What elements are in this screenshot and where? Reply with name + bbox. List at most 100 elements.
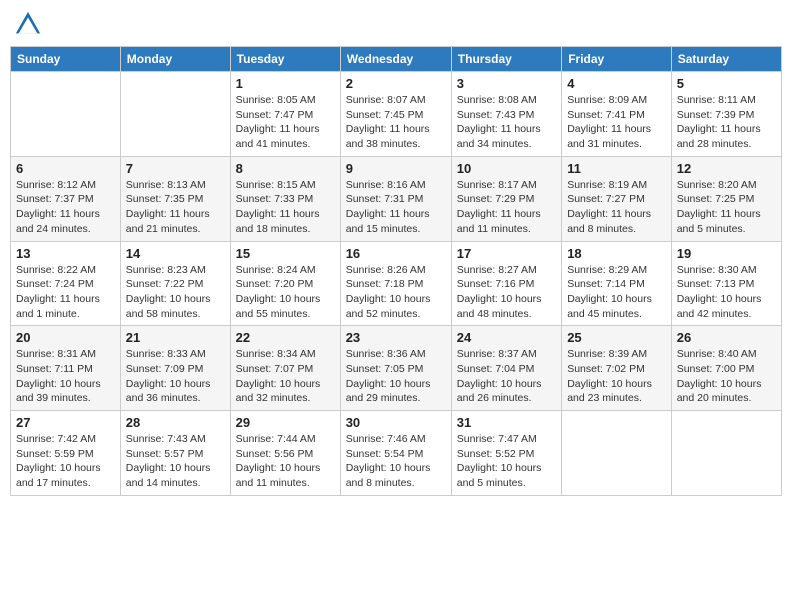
- calendar-cell: 27 Sunrise: 7:42 AMSunset: 5:59 PMDayligh…: [11, 411, 121, 496]
- calendar-cell: 15 Sunrise: 8:24 AMSunset: 7:20 PMDayligh…: [230, 241, 340, 326]
- calendar-cell: 13 Sunrise: 8:22 AMSunset: 7:24 PMDayligh…: [11, 241, 121, 326]
- day-info: Sunrise: 8:24 AMSunset: 7:20 PMDaylight:…: [236, 263, 335, 322]
- calendar-cell: 6 Sunrise: 8:12 AMSunset: 7:37 PMDaylight…: [11, 156, 121, 241]
- day-header-saturday: Saturday: [671, 47, 781, 72]
- day-info: Sunrise: 7:47 AMSunset: 5:52 PMDaylight:…: [457, 432, 556, 491]
- day-header-sunday: Sunday: [11, 47, 121, 72]
- day-info: Sunrise: 8:07 AMSunset: 7:45 PMDaylight:…: [346, 93, 446, 152]
- day-number: 25: [567, 330, 666, 345]
- day-info: Sunrise: 8:27 AMSunset: 7:16 PMDaylight:…: [457, 263, 556, 322]
- calendar-cell: 4 Sunrise: 8:09 AMSunset: 7:41 PMDaylight…: [562, 72, 672, 157]
- day-number: 21: [126, 330, 225, 345]
- day-info: Sunrise: 8:11 AMSunset: 7:39 PMDaylight:…: [677, 93, 776, 152]
- calendar-week-row: 20 Sunrise: 8:31 AMSunset: 7:11 PMDayligh…: [11, 326, 782, 411]
- day-header-thursday: Thursday: [451, 47, 561, 72]
- day-number: 29: [236, 415, 335, 430]
- calendar-cell: 20 Sunrise: 8:31 AMSunset: 7:11 PMDayligh…: [11, 326, 121, 411]
- calendar-cell: 23Sunrise: 8:36 AMSunset: 7:05 PMDayligh…: [340, 326, 451, 411]
- day-info: Sunrise: 8:39 AMSunset: 7:02 PMDaylight:…: [567, 347, 666, 406]
- calendar-cell: 2 Sunrise: 8:07 AMSunset: 7:45 PMDaylight…: [340, 72, 451, 157]
- day-number: 30: [346, 415, 446, 430]
- calendar-cell: 19 Sunrise: 8:30 AMSunset: 7:13 PMDayligh…: [671, 241, 781, 326]
- calendar-cell: 11Sunrise: 8:19 AMSunset: 7:27 PMDayligh…: [562, 156, 672, 241]
- day-number: 16: [346, 246, 446, 261]
- calendar-cell: 1 Sunrise: 8:05 AMSunset: 7:47 PMDaylight…: [230, 72, 340, 157]
- page-header: [10, 10, 782, 38]
- day-number: 20: [16, 330, 115, 345]
- calendar-week-row: 1 Sunrise: 8:05 AMSunset: 7:47 PMDaylight…: [11, 72, 782, 157]
- calendar-cell: 12Sunrise: 8:20 AMSunset: 7:25 PMDayligh…: [671, 156, 781, 241]
- logo: [14, 10, 44, 38]
- day-info: Sunrise: 8:08 AMSunset: 7:43 PMDaylight:…: [457, 93, 556, 152]
- calendar-cell: 26Sunrise: 8:40 AMSunset: 7:00 PMDayligh…: [671, 326, 781, 411]
- day-number: 11: [567, 161, 666, 176]
- calendar-cell: [562, 411, 672, 496]
- calendar-week-row: 27 Sunrise: 7:42 AMSunset: 5:59 PMDayligh…: [11, 411, 782, 496]
- calendar-week-row: 13 Sunrise: 8:22 AMSunset: 7:24 PMDayligh…: [11, 241, 782, 326]
- day-number: 10: [457, 161, 556, 176]
- day-info: Sunrise: 8:09 AMSunset: 7:41 PMDaylight:…: [567, 93, 666, 152]
- calendar-cell: 14 Sunrise: 8:23 AMSunset: 7:22 PMDayligh…: [120, 241, 230, 326]
- day-info: Sunrise: 7:46 AMSunset: 5:54 PMDaylight:…: [346, 432, 446, 491]
- calendar-cell: 24Sunrise: 8:37 AMSunset: 7:04 PMDayligh…: [451, 326, 561, 411]
- calendar-cell: 17 Sunrise: 8:27 AMSunset: 7:16 PMDayligh…: [451, 241, 561, 326]
- day-info: Sunrise: 8:34 AMSunset: 7:07 PMDaylight:…: [236, 347, 335, 406]
- day-number: 31: [457, 415, 556, 430]
- day-info: Sunrise: 8:13 AMSunset: 7:35 PMDaylight:…: [126, 178, 225, 237]
- calendar-week-row: 6 Sunrise: 8:12 AMSunset: 7:37 PMDaylight…: [11, 156, 782, 241]
- day-number: 27: [16, 415, 115, 430]
- day-number: 24: [457, 330, 556, 345]
- day-number: 22: [236, 330, 335, 345]
- day-info: Sunrise: 8:05 AMSunset: 7:47 PMDaylight:…: [236, 93, 335, 152]
- calendar-table: SundayMondayTuesdayWednesdayThursdayFrid…: [10, 46, 782, 496]
- day-number: 17: [457, 246, 556, 261]
- day-info: Sunrise: 8:16 AMSunset: 7:31 PMDaylight:…: [346, 178, 446, 237]
- day-info: Sunrise: 8:12 AMSunset: 7:37 PMDaylight:…: [16, 178, 115, 237]
- day-header-friday: Friday: [562, 47, 672, 72]
- day-info: Sunrise: 8:31 AMSunset: 7:11 PMDaylight:…: [16, 347, 115, 406]
- day-number: 18: [567, 246, 666, 261]
- calendar-cell: 7 Sunrise: 8:13 AMSunset: 7:35 PMDaylight…: [120, 156, 230, 241]
- day-header-wednesday: Wednesday: [340, 47, 451, 72]
- day-info: Sunrise: 8:22 AMSunset: 7:24 PMDaylight:…: [16, 263, 115, 322]
- day-info: Sunrise: 7:42 AMSunset: 5:59 PMDaylight:…: [16, 432, 115, 491]
- calendar-cell: 5Sunrise: 8:11 AMSunset: 7:39 PMDaylight…: [671, 72, 781, 157]
- calendar-cell: [11, 72, 121, 157]
- day-number: 14: [126, 246, 225, 261]
- calendar-cell: 29 Sunrise: 7:44 AMSunset: 5:56 PMDayligh…: [230, 411, 340, 496]
- calendar-cell: 30 Sunrise: 7:46 AMSunset: 5:54 PMDayligh…: [340, 411, 451, 496]
- calendar-cell: 22 Sunrise: 8:34 AMSunset: 7:07 PMDayligh…: [230, 326, 340, 411]
- calendar-header-row: SundayMondayTuesdayWednesdayThursdayFrid…: [11, 47, 782, 72]
- logo-icon: [14, 10, 42, 38]
- calendar-cell: [671, 411, 781, 496]
- calendar-cell: 16Sunrise: 8:26 AMSunset: 7:18 PMDayligh…: [340, 241, 451, 326]
- day-info: Sunrise: 7:43 AMSunset: 5:57 PMDaylight:…: [126, 432, 225, 491]
- day-number: 6: [16, 161, 115, 176]
- calendar-cell: 28 Sunrise: 7:43 AMSunset: 5:57 PMDayligh…: [120, 411, 230, 496]
- calendar-cell: 3Sunrise: 8:08 AMSunset: 7:43 PMDaylight…: [451, 72, 561, 157]
- day-number: 7: [126, 161, 225, 176]
- day-number: 8: [236, 161, 335, 176]
- day-number: 2: [346, 76, 446, 91]
- day-number: 19: [677, 246, 776, 261]
- day-number: 28: [126, 415, 225, 430]
- calendar-cell: 31 Sunrise: 7:47 AMSunset: 5:52 PMDayligh…: [451, 411, 561, 496]
- day-info: Sunrise: 7:44 AMSunset: 5:56 PMDaylight:…: [236, 432, 335, 491]
- day-info: Sunrise: 8:17 AMSunset: 7:29 PMDaylight:…: [457, 178, 556, 237]
- calendar-cell: 25 Sunrise: 8:39 AMSunset: 7:02 PMDayligh…: [562, 326, 672, 411]
- day-header-tuesday: Tuesday: [230, 47, 340, 72]
- day-info: Sunrise: 8:30 AMSunset: 7:13 PMDaylight:…: [677, 263, 776, 322]
- day-info: Sunrise: 8:20 AMSunset: 7:25 PMDaylight:…: [677, 178, 776, 237]
- day-number: 1: [236, 76, 335, 91]
- day-info: Sunrise: 8:23 AMSunset: 7:22 PMDaylight:…: [126, 263, 225, 322]
- day-number: 13: [16, 246, 115, 261]
- calendar-cell: 21Sunrise: 8:33 AMSunset: 7:09 PMDayligh…: [120, 326, 230, 411]
- day-info: Sunrise: 8:40 AMSunset: 7:00 PMDaylight:…: [677, 347, 776, 406]
- calendar-cell: [120, 72, 230, 157]
- calendar-cell: 8Sunrise: 8:15 AMSunset: 7:33 PMDaylight…: [230, 156, 340, 241]
- calendar-cell: 18Sunrise: 8:29 AMSunset: 7:14 PMDayligh…: [562, 241, 672, 326]
- day-number: 15: [236, 246, 335, 261]
- day-header-monday: Monday: [120, 47, 230, 72]
- calendar-cell: 10 Sunrise: 8:17 AMSunset: 7:29 PMDayligh…: [451, 156, 561, 241]
- day-number: 4: [567, 76, 666, 91]
